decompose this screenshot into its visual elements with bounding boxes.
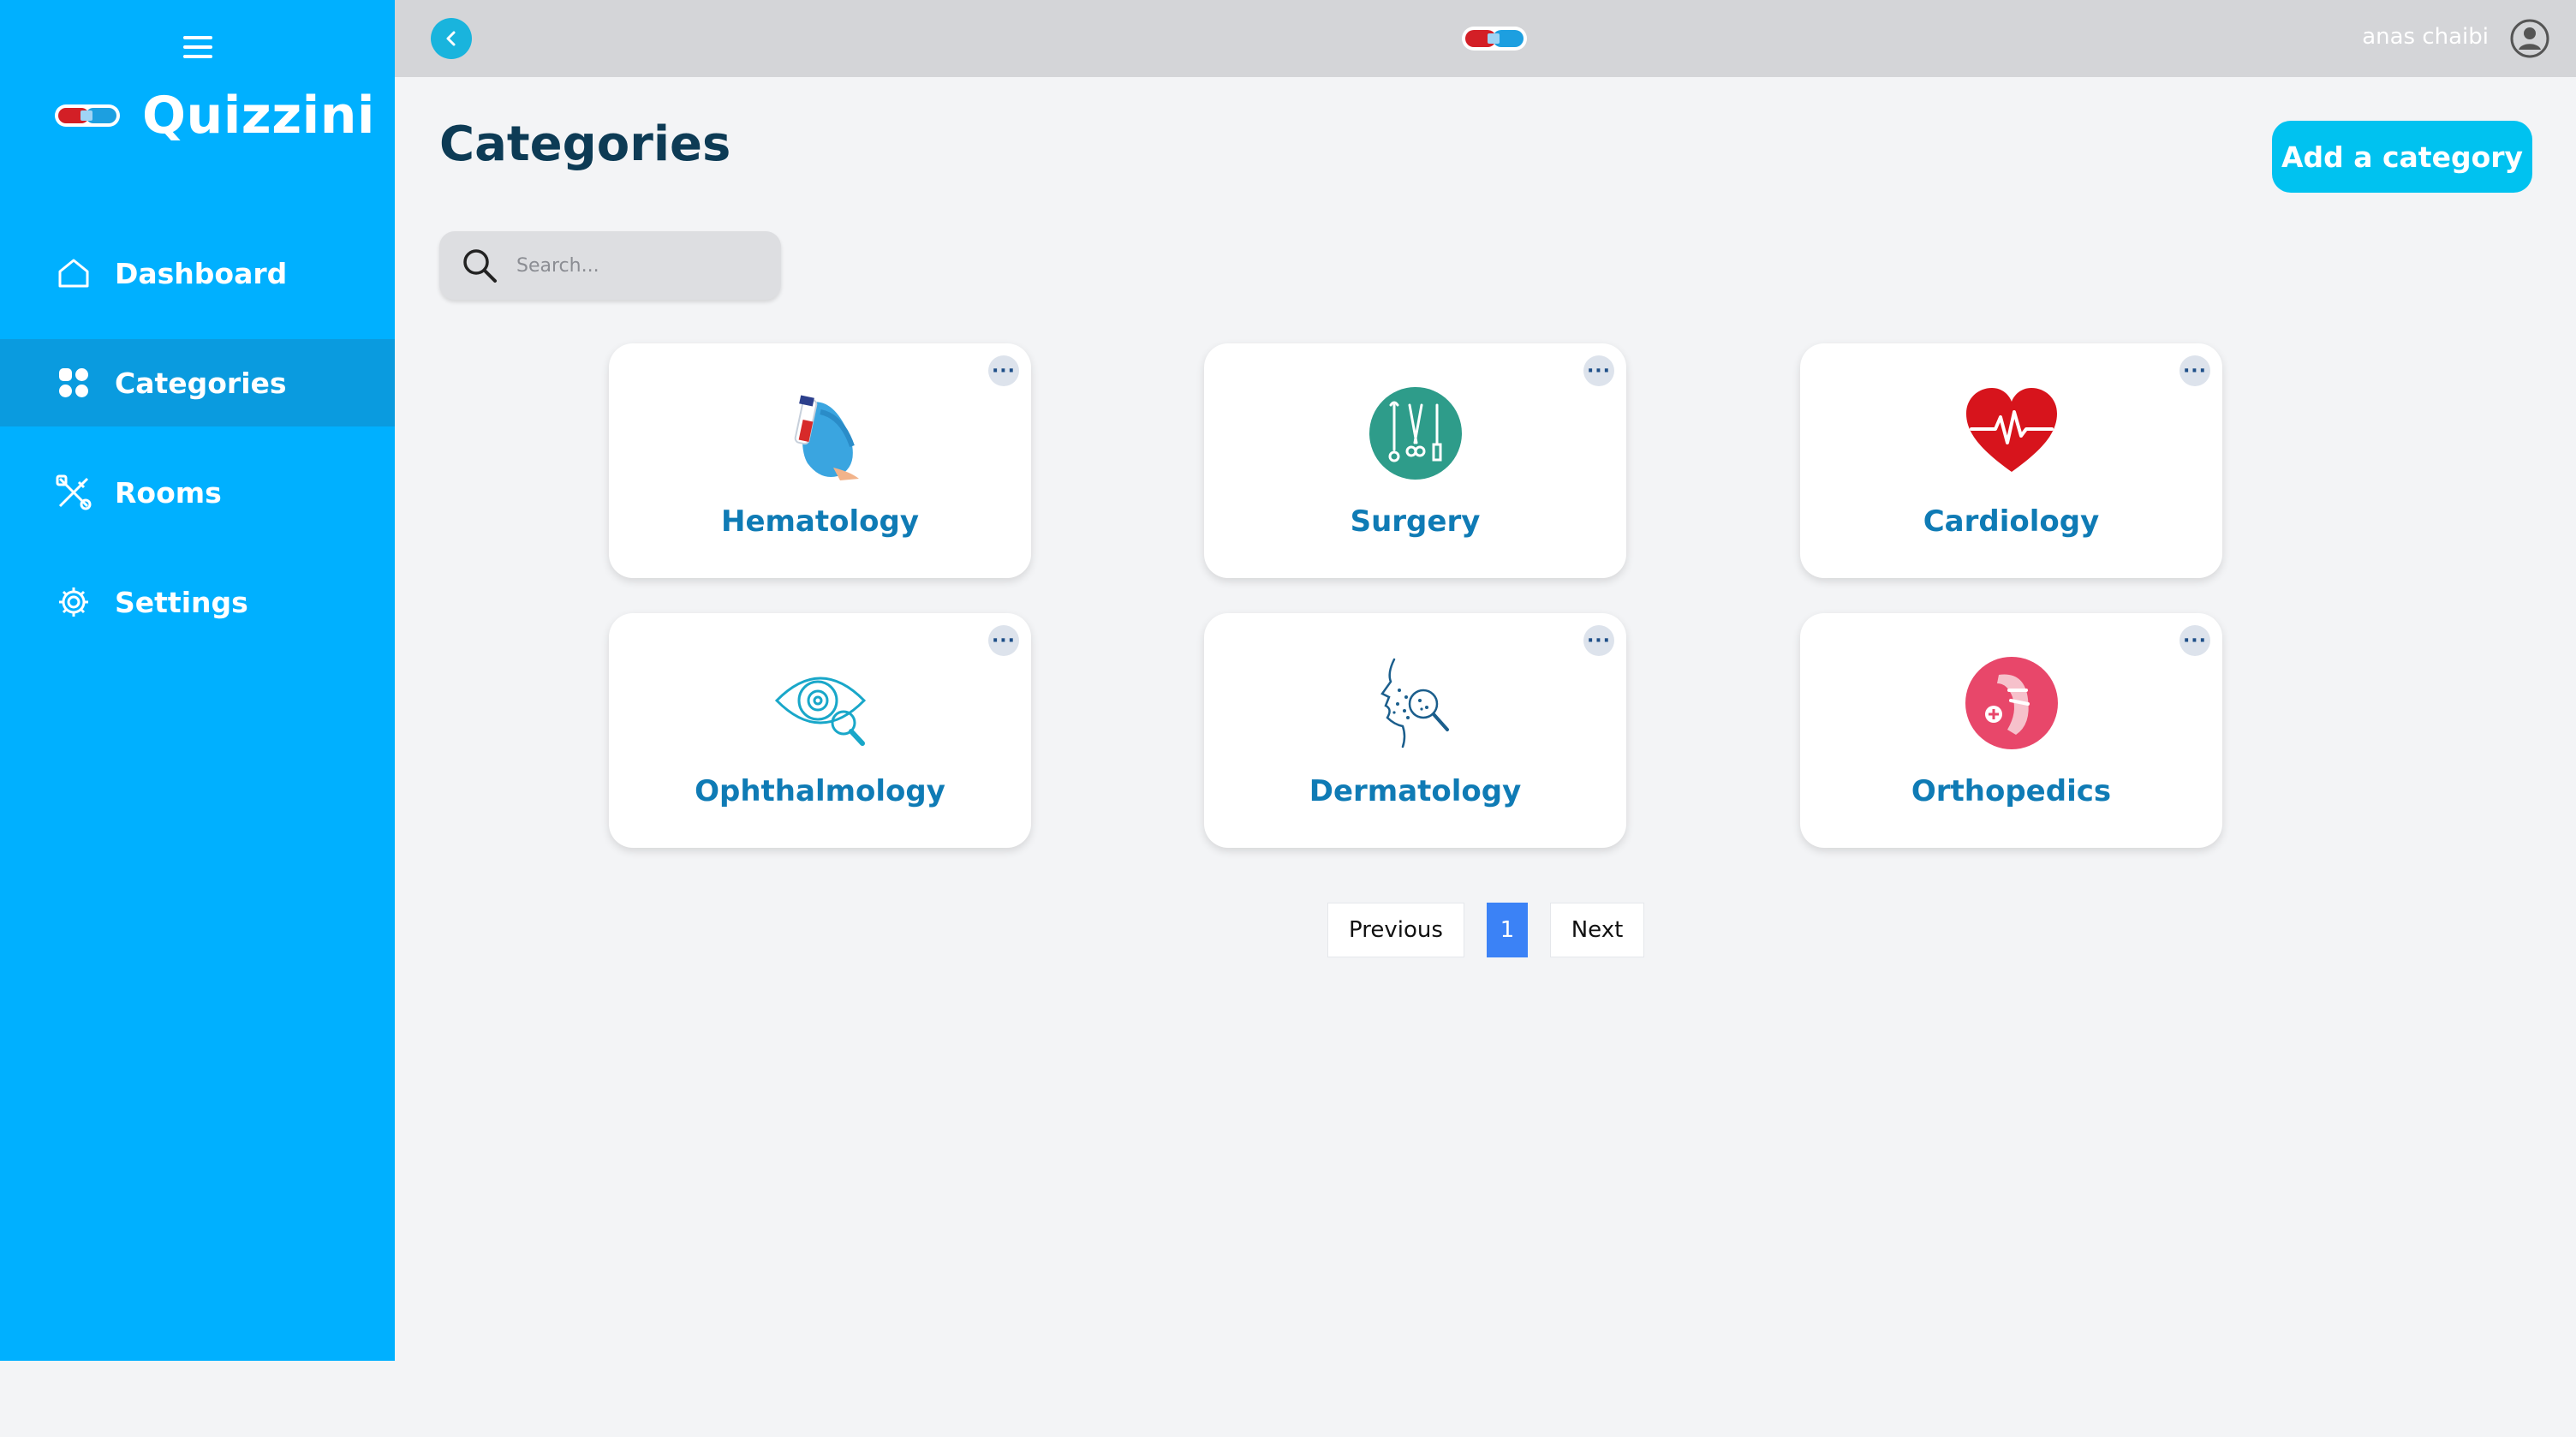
user-avatar-icon[interactable] xyxy=(2509,18,2550,59)
category-label: Hematology xyxy=(720,504,919,539)
category-card-ophthalmology[interactable]: ··· Ophthalmology xyxy=(609,613,1031,848)
surgical-tools-icon xyxy=(1368,387,1462,480)
gear-icon xyxy=(55,583,92,621)
menu-icon[interactable] xyxy=(183,36,212,58)
sidebar-item-dashboard[interactable]: Dashboard xyxy=(0,230,395,317)
more-options-button[interactable]: ··· xyxy=(2179,355,2210,386)
sidebar-item-rooms[interactable]: Rooms xyxy=(0,449,395,536)
category-label: Orthopedics xyxy=(1911,774,2112,808)
tools-icon xyxy=(55,474,92,511)
sidebar-nav: Dashboard Categories Rooms Settings xyxy=(0,230,395,668)
more-options-button[interactable]: ··· xyxy=(1583,355,1614,386)
search-box[interactable] xyxy=(439,231,781,300)
category-card-dermatology[interactable]: ··· Dermatology xyxy=(1204,613,1626,848)
sidebar-item-label: Dashboard xyxy=(115,256,288,290)
sidebar-item-settings[interactable]: Settings xyxy=(0,558,395,646)
page-title: Categories xyxy=(439,116,731,172)
knee-joint-icon xyxy=(1965,657,2058,749)
more-options-button[interactable]: ··· xyxy=(2179,625,2210,656)
category-label: Surgery xyxy=(1350,504,1481,539)
face-magnifier-icon xyxy=(1380,658,1449,748)
category-card-hematology[interactable]: ··· Hematology xyxy=(609,343,1031,578)
category-card-surgery[interactable]: ··· Surgery xyxy=(1204,343,1626,578)
sidebar-item-label: Rooms xyxy=(115,475,222,510)
back-button[interactable] xyxy=(431,18,472,59)
add-category-button[interactable]: Add a category xyxy=(2272,121,2532,193)
pagination: Previous 1 Next xyxy=(1327,903,1644,957)
top-bar: anas chaibi xyxy=(395,0,2576,77)
sidebar: Quizzini Dashboard Categories Rooms Sett… xyxy=(0,0,395,1361)
capsule-logo-icon xyxy=(55,104,120,127)
category-label: Dermatology xyxy=(1309,774,1522,808)
chevron-left-icon xyxy=(446,31,456,46)
more-options-button[interactable]: ··· xyxy=(1583,625,1614,656)
search-icon xyxy=(463,249,497,283)
eye-magnifier-icon xyxy=(774,677,866,746)
next-page-button[interactable]: Next xyxy=(1550,903,1644,957)
category-card-orthopedics[interactable]: ··· Orthopedics xyxy=(1800,613,2222,848)
home-icon xyxy=(55,254,92,292)
grid-icon xyxy=(55,364,92,402)
more-options-button[interactable]: ··· xyxy=(988,625,1019,656)
app-name: Quizzini xyxy=(142,86,375,146)
brand-logo[interactable]: Quizzini xyxy=(53,86,375,146)
sidebar-footer-gap xyxy=(0,1361,395,1437)
category-card-cardiology[interactable]: ··· Cardiology xyxy=(1800,343,2222,578)
capsule-logo-icon[interactable] xyxy=(1460,23,1529,54)
more-options-button[interactable]: ··· xyxy=(988,355,1019,386)
category-label: Cardiology xyxy=(1923,504,2100,539)
previous-page-button[interactable]: Previous xyxy=(1327,903,1464,957)
category-label: Ophthalmology xyxy=(695,774,945,808)
sidebar-item-label: Categories xyxy=(115,366,287,400)
page-number-button[interactable]: 1 xyxy=(1487,903,1528,957)
blood-tube-glove-icon xyxy=(794,395,859,480)
sidebar-item-categories[interactable]: Categories xyxy=(0,339,395,426)
sidebar-item-label: Settings xyxy=(115,585,248,619)
user-name[interactable]: anas chaibi xyxy=(2362,24,2489,50)
heart-pulse-icon xyxy=(1965,388,2057,472)
search-input[interactable] xyxy=(516,254,765,277)
